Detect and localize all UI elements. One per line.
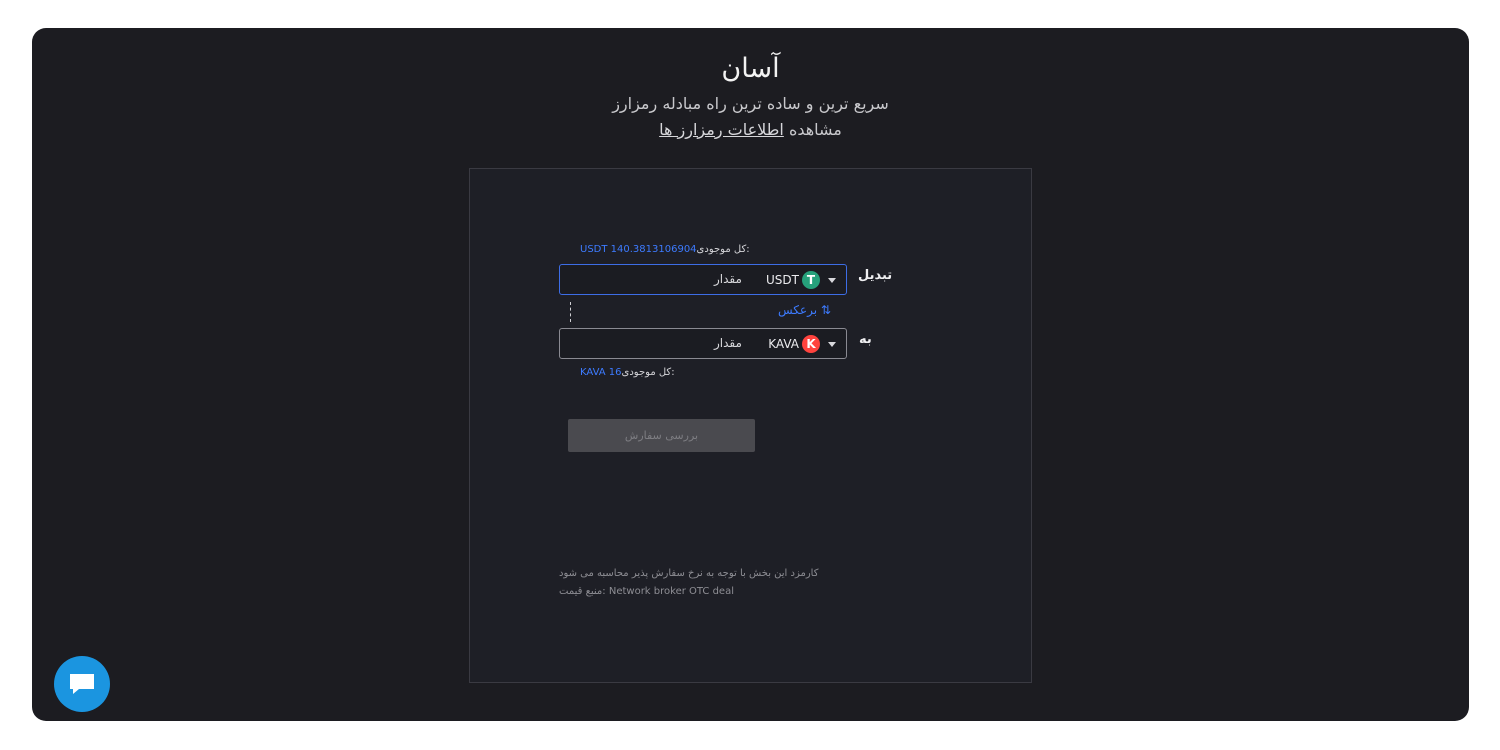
from-balance-value[interactable]: USDT 140.3813106904 [580,244,697,255]
swap-button[interactable]: برعکس ⇅ [778,303,831,317]
from-amount-field[interactable]: مقدار USDT T [559,264,847,295]
from-balance: USDT 140.3813106904کل موجودی: [580,244,750,255]
from-label: تبدیل [858,268,893,283]
page-subtitle: سریع ترین و ساده ترین راه مبادله رمزارز [612,94,889,113]
to-amount-field[interactable]: مقدار KAVA K [559,328,847,359]
page-title: آسان [721,53,780,84]
from-coin-ticker: USDT [766,273,799,287]
crypto-info-line: مشاهده اطلاعات رمزارز ها [32,119,1469,141]
from-balance-label: کل موجودی: [696,244,750,255]
app-frame: آسان سریع ترین و ساده ترین راه مبادله رم… [32,28,1469,721]
to-balance-label: کل موجودی: [621,367,675,378]
swap-arrows-icon: ⇅ [820,303,831,317]
crypto-info-prefix: مشاهده [788,120,842,139]
from-amount-placeholder[interactable]: مقدار [714,272,742,286]
kava-icon: K [802,335,820,353]
from-coin-select[interactable]: USDT T [766,271,836,289]
swap-label: برعکس [778,303,818,317]
to-coin-select[interactable]: KAVA K [768,335,836,353]
to-label: به [859,332,872,347]
chevron-down-icon [828,341,836,347]
chat-button[interactable] [54,656,110,712]
review-order-button[interactable]: بررسی سفارش [568,419,755,452]
chat-bubble-icon [70,674,94,694]
to-coin-ticker: KAVA [768,337,799,351]
converter-panel: USDT 140.3813106904کل موجودی: مقدار USDT… [469,168,1032,683]
fee-note: کارمزد این بخش با توجه به نرخ سفارش پذیر… [559,568,819,579]
price-source-note: منبع قیمت: Network broker OTC deal [559,586,734,597]
to-amount-placeholder[interactable]: مقدار [714,336,742,350]
swap-divider [570,302,571,322]
to-balance: KAVA 16کل موجودی: [580,367,675,378]
to-balance-value[interactable]: KAVA 16 [580,367,622,378]
crypto-info-link[interactable]: اطلاعات رمزارز ها [659,120,784,139]
chevron-down-icon [828,277,836,283]
tether-icon: T [802,271,820,289]
